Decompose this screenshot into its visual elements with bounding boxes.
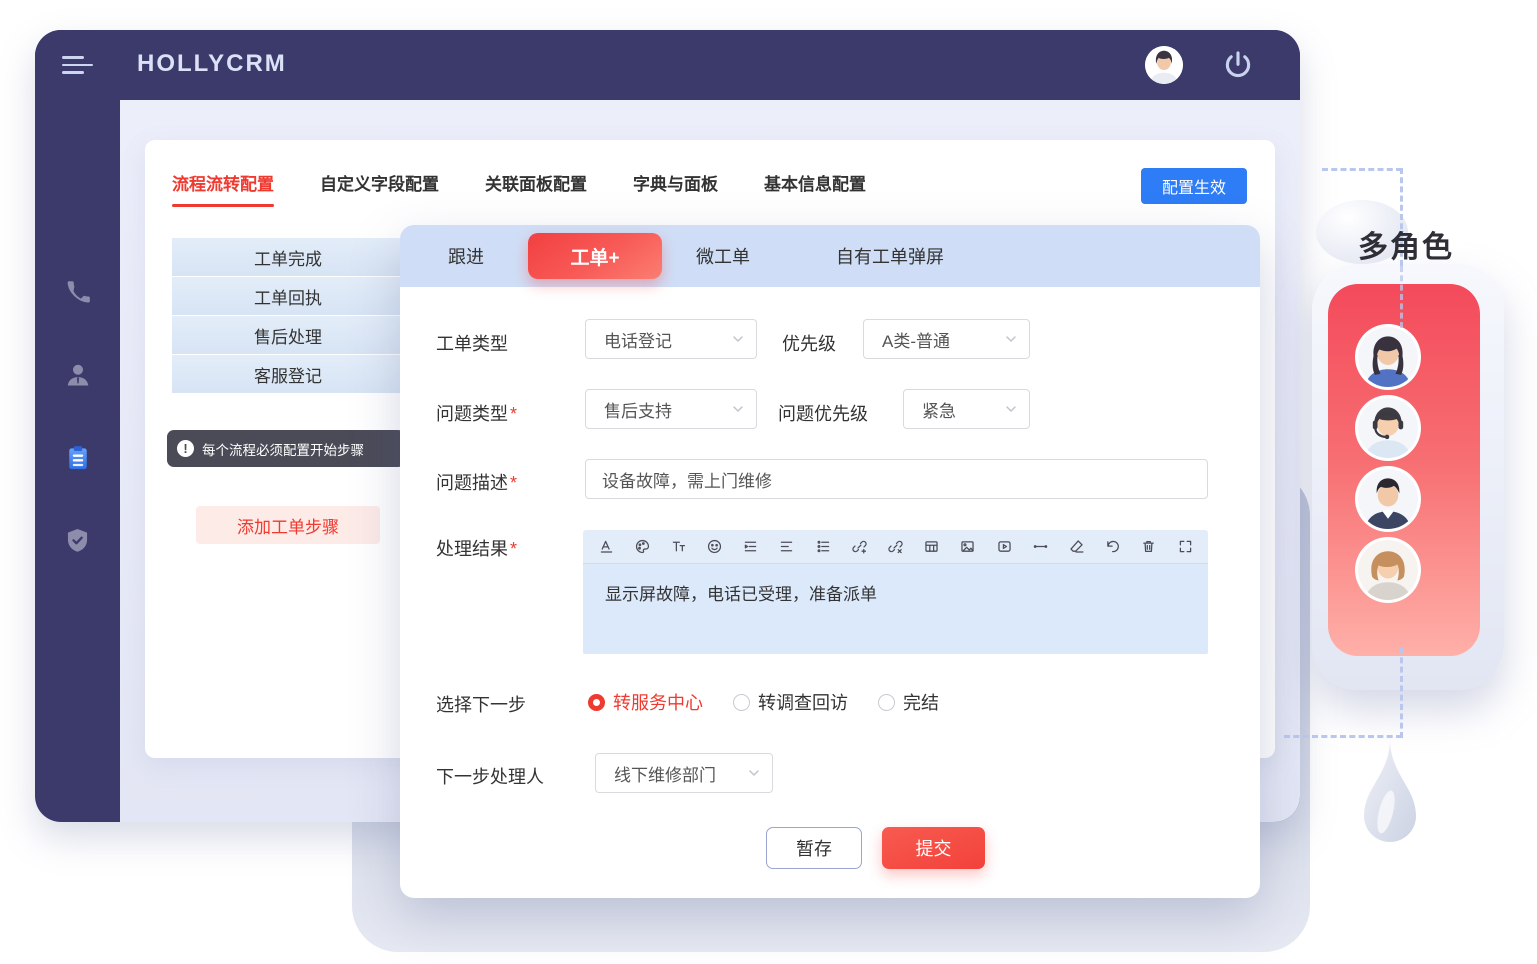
screenshot-canvas: HOLLYCRM	[0, 0, 1537, 964]
tab-own-order-popup[interactable]: 自有工单弹屏	[836, 225, 944, 287]
role-avatar-2	[1355, 395, 1421, 461]
indent-icon[interactable]	[741, 537, 761, 557]
chevron-down-icon	[1005, 403, 1017, 415]
app-header: HOLLYCRM	[35, 30, 1300, 100]
radio-survey-callback[interactable]: 转调查回访	[733, 689, 848, 715]
tab-micro-order[interactable]: 微工单	[696, 225, 750, 287]
radio-icon	[588, 694, 605, 711]
undo-icon[interactable]	[1103, 537, 1123, 557]
sidebar-item-phone[interactable]	[35, 266, 120, 318]
radio-icon	[733, 694, 750, 711]
chevron-down-icon	[732, 403, 744, 415]
rich-text-editor: 显示屏故障，电话已受理，准备派单	[583, 530, 1208, 655]
save-draft-button[interactable]: 暂存	[766, 827, 862, 869]
next-step-radio-group: 转服务中心 转调查回访 完结	[588, 689, 939, 715]
tab-custom-fields[interactable]: 自定义字段配置	[320, 170, 439, 207]
sidebar-item-security[interactable]	[35, 514, 120, 566]
dashed-line-vertical-lower	[1400, 648, 1403, 738]
table-icon[interactable]	[922, 537, 942, 557]
issue-desc-input[interactable]	[585, 459, 1208, 499]
dashed-line-top	[1322, 168, 1402, 171]
result-label: 处理结果*	[436, 535, 517, 561]
emoji-icon[interactable]	[705, 537, 725, 557]
issue-type-select[interactable]: 售后支持	[585, 389, 757, 429]
link-add-icon[interactable]	[849, 537, 869, 557]
add-step-button[interactable]: 添加工单步骤	[196, 506, 380, 544]
multi-role-label: 多角色	[1358, 222, 1454, 266]
ticket-type-label: 工单类型	[436, 330, 508, 356]
font-size-icon[interactable]	[668, 537, 688, 557]
shield-icon	[64, 527, 91, 554]
sidebar-item-contacts[interactable]	[35, 349, 120, 401]
droplet-decoration	[1352, 740, 1428, 862]
list-item-aftersales[interactable]: 售后处理	[172, 316, 404, 355]
radio-service-center[interactable]: 转服务中心	[588, 689, 703, 715]
priority-select[interactable]: A类-普通	[863, 319, 1030, 359]
tab-dictionary-panel[interactable]: 字典与面板	[633, 170, 718, 207]
dashed-line-bottom	[1284, 735, 1402, 738]
text-format-icon[interactable]	[596, 537, 616, 557]
notice-text: 每个流程必须配置开始步骤	[202, 439, 364, 459]
radio-finish[interactable]: 完结	[878, 689, 939, 715]
exclamation-icon: !	[177, 440, 194, 457]
app-title: HOLLYCRM	[137, 50, 287, 78]
issue-type-label: 问题类型*	[436, 400, 517, 426]
work-order-modal: 跟进 工单+ 微工单 自有工单弹屏 工单类型 电话登记 优先级 A类-普通 问题…	[400, 225, 1260, 898]
chevron-down-icon	[1005, 333, 1017, 345]
issue-priority-label: 问题优先级	[778, 400, 868, 426]
tab-basic-info[interactable]: 基本信息配置	[764, 170, 866, 207]
list-item-service-register[interactable]: 客服登记	[172, 355, 404, 394]
menu-icon[interactable]	[62, 56, 94, 76]
phone-icon	[64, 279, 91, 306]
contacts-icon	[64, 361, 92, 389]
notice-tooltip: ! 每个流程必须配置开始步骤	[167, 430, 405, 467]
priority-label: 优先级	[782, 330, 836, 356]
palette-icon[interactable]	[632, 537, 652, 557]
tab-followup[interactable]: 跟进	[448, 225, 484, 287]
chevron-down-icon	[748, 767, 760, 779]
role-avatar-1	[1355, 324, 1421, 390]
radio-icon	[878, 694, 895, 711]
link-remove-icon[interactable]	[886, 537, 906, 557]
user-avatar[interactable]	[1145, 46, 1183, 84]
config-tabs: 流程流转配置 自定义字段配置 关联面板配置 字典与面板 基本信息配置	[172, 170, 866, 207]
trash-icon[interactable]	[1139, 537, 1159, 557]
issue-desc-label: 问题描述*	[436, 469, 517, 495]
list-item-order-complete[interactable]: 工单完成	[172, 238, 404, 277]
apply-config-button[interactable]: 配置生效	[1141, 168, 1247, 204]
modal-tab-bar: 跟进 工单+ 微工单 自有工单弹屏	[400, 225, 1260, 287]
next-handler-label: 下一步处理人	[436, 763, 544, 789]
sidebar	[35, 100, 120, 822]
tab-flow-config[interactable]: 流程流转配置	[172, 170, 274, 207]
power-icon[interactable]	[1221, 48, 1255, 82]
chevron-down-icon	[732, 333, 744, 345]
dashed-line-vertical-mid	[1400, 266, 1403, 328]
next-handler-select[interactable]: 线下维修部门	[595, 753, 773, 793]
ticket-type-select[interactable]: 电话登记	[585, 319, 757, 359]
submit-button[interactable]: 提交	[882, 827, 985, 869]
horizontal-line-icon[interactable]	[1030, 537, 1050, 557]
avatar-face	[1145, 46, 1183, 84]
align-icon[interactable]	[777, 537, 797, 557]
image-icon[interactable]	[958, 537, 978, 557]
workflow-step-list: 工单完成 工单回执 售后处理 客服登记	[172, 238, 404, 394]
eraser-icon[interactable]	[1066, 537, 1086, 557]
role-avatar-4	[1355, 537, 1421, 603]
result-editor-body[interactable]: 显示屏故障，电话已受理，准备派单	[583, 564, 1208, 654]
list-icon[interactable]	[813, 537, 833, 557]
video-icon[interactable]	[994, 537, 1014, 557]
editor-toolbar	[583, 530, 1208, 564]
role-panel-container	[1312, 264, 1504, 690]
work-order-icon	[64, 444, 92, 472]
issue-priority-select[interactable]: 紧急	[903, 389, 1030, 429]
role-avatar-3	[1355, 466, 1421, 532]
tab-work-order[interactable]: 工单+	[528, 233, 662, 279]
next-step-label: 选择下一步	[436, 691, 526, 717]
fullscreen-icon[interactable]	[1175, 537, 1195, 557]
list-item-order-receipt[interactable]: 工单回执	[172, 277, 404, 316]
sidebar-item-work-order[interactable]	[35, 432, 120, 484]
tab-linked-panel[interactable]: 关联面板配置	[485, 170, 587, 207]
